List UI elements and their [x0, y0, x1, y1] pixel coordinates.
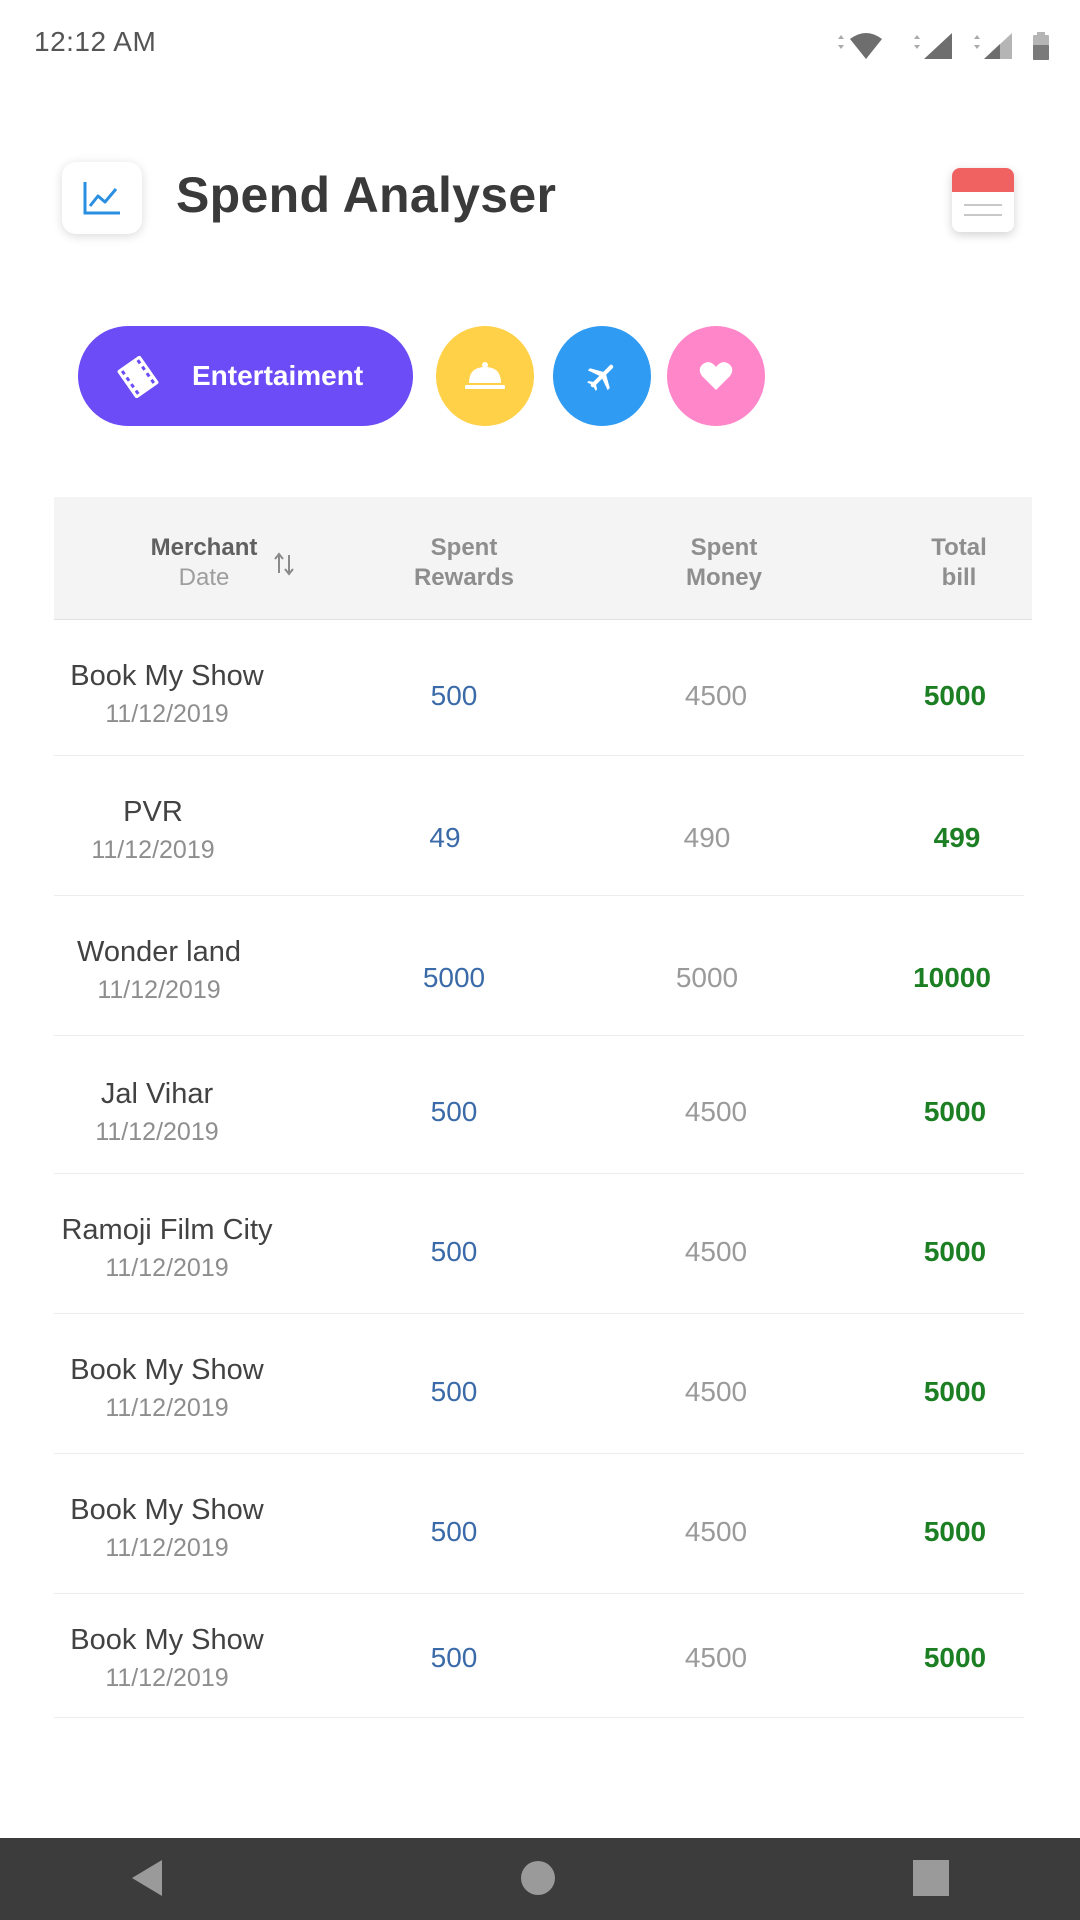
- category-travel-button[interactable]: [553, 326, 651, 426]
- category-food-button[interactable]: [436, 326, 534, 426]
- category-label: Entertaiment: [192, 360, 364, 391]
- transaction-date: 11/12/2019: [105, 700, 229, 728]
- spent-rewards: 500: [430, 1096, 478, 1127]
- merchant-name: Book My Show: [70, 1354, 264, 1386]
- table-row[interactable]: Book My Show 11/12/2019 500 4500 5000: [54, 1314, 1024, 1454]
- page-title: Spend Analyser: [176, 167, 557, 223]
- date-header-label: Date: [178, 564, 230, 591]
- transaction-date: 11/12/2019: [105, 1534, 229, 1562]
- battery-icon: [1033, 32, 1049, 60]
- table-row[interactable]: Jal Vihar 11/12/2019 500 4500 5000: [54, 1036, 1024, 1174]
- column-header-money: Spent Money: [685, 534, 762, 591]
- table-row[interactable]: Book My Show 11/12/2019 500 4500 5000: [54, 1594, 1024, 1718]
- transaction-date: 11/12/2019: [105, 1394, 229, 1422]
- merchant-name: Ramoji Film City: [61, 1214, 273, 1246]
- merchant-cell: Ramoji Film City 11/12/2019: [42, 1212, 292, 1284]
- spent-rewards: 500: [430, 680, 478, 711]
- airplane-icon: [587, 364, 614, 391]
- merchant-header-label: Merchant: [150, 534, 258, 561]
- transaction-date: 11/12/2019: [91, 836, 215, 864]
- total-bill: 5000: [923, 1642, 987, 1673]
- merchant-name: Book My Show: [70, 1494, 264, 1526]
- home-icon[interactable]: [520, 1860, 556, 1896]
- table-row[interactable]: PVR 11/12/2019 49 490 499: [54, 756, 1024, 896]
- merchant-name: Wonder land: [77, 936, 241, 968]
- spent-money: 4500: [684, 1642, 748, 1673]
- merchant-name: Jal Vihar: [100, 1078, 214, 1110]
- transaction-date: 11/12/2019: [105, 1254, 229, 1282]
- merchant-cell: Book My Show 11/12/2019: [42, 1492, 292, 1564]
- merchant-cell: Wonder land 11/12/2019: [34, 934, 284, 1006]
- table-row[interactable]: Book My Show 11/12/2019 500 4500 5000: [54, 1454, 1024, 1594]
- transaction-date: 11/12/2019: [105, 1664, 229, 1692]
- total-bill: 499: [933, 822, 981, 853]
- calendar-button[interactable]: [952, 168, 1014, 232]
- spent-money: 4500: [684, 1096, 748, 1127]
- signal-icon: [914, 33, 952, 59]
- cloche-icon: [465, 362, 505, 389]
- spent-rewards: 500: [430, 1376, 478, 1407]
- column-header-total: Total bill: [931, 534, 987, 591]
- spent-money: 490: [683, 822, 731, 853]
- category-entertainment-button[interactable]: Entertaiment: [78, 326, 413, 426]
- merchant-cell: Book My Show 11/12/2019: [42, 1352, 292, 1424]
- spent-money: 4500: [684, 1376, 748, 1407]
- table-row[interactable]: Book My Show 11/12/2019 500 4500 5000: [54, 620, 1024, 756]
- transaction-date: 11/12/2019: [97, 976, 221, 1004]
- app-logo: [62, 162, 142, 234]
- spent-money: 4500: [684, 1236, 748, 1267]
- table-row[interactable]: Wonder land 11/12/2019 5000 5000 10000: [54, 896, 1024, 1036]
- merchant-cell: PVR 11/12/2019: [28, 794, 278, 866]
- heart-icon: [699, 362, 733, 390]
- merchant-cell: Jal Vihar 11/12/2019: [32, 1076, 282, 1148]
- merchant-name: PVR: [123, 796, 183, 828]
- transaction-date: 11/12/2019: [95, 1118, 219, 1146]
- spent-rewards: 500: [430, 1236, 478, 1267]
- status-bar: 12:12 AM: [0, 0, 1080, 88]
- chart-line-icon: [83, 182, 120, 215]
- wifi-icon: [838, 33, 882, 59]
- status-icons: [834, 30, 1050, 62]
- total-bill: 5000: [923, 1516, 987, 1547]
- column-header-rewards: Spent Rewards: [413, 534, 515, 591]
- spent-rewards: 5000: [422, 962, 486, 993]
- spent-money: 5000: [675, 962, 739, 993]
- total-bill: 5000: [923, 1096, 987, 1127]
- total-bill: 5000: [923, 1376, 987, 1407]
- column-header-merchant[interactable]: Merchant Date: [124, 533, 284, 593]
- table-row[interactable]: Ramoji Film City 11/12/2019 500 4500 500…: [54, 1174, 1024, 1314]
- total-bill: 5000: [923, 1236, 987, 1267]
- signal-icon-2: [974, 33, 1012, 59]
- spent-money: 4500: [684, 680, 748, 711]
- total-bill: 5000: [923, 680, 987, 711]
- status-time: 12:12 AM: [34, 26, 157, 57]
- merchant-name: Book My Show: [70, 660, 264, 692]
- spent-rewards: 500: [430, 1642, 478, 1673]
- merchant-cell: Book My Show 11/12/2019: [42, 658, 292, 730]
- recents-icon[interactable]: [913, 1860, 949, 1896]
- merchant-name: Book My Show: [70, 1624, 264, 1656]
- category-health-button[interactable]: [667, 326, 765, 426]
- spent-rewards: 500: [430, 1516, 478, 1547]
- navigation-bar: [0, 1838, 1080, 1920]
- total-bill: 10000: [913, 962, 991, 993]
- spent-money: 4500: [684, 1516, 748, 1547]
- merchant-cell: Book My Show 11/12/2019: [42, 1622, 292, 1694]
- table-header: Merchant Date Spent Rewards Spent Money …: [54, 497, 1032, 620]
- film-icon: [117, 356, 159, 398]
- calendar-icon: [952, 168, 1014, 192]
- spent-rewards: 49: [429, 822, 461, 853]
- sort-icon[interactable]: [274, 551, 294, 577]
- back-icon[interactable]: [130, 1858, 164, 1898]
